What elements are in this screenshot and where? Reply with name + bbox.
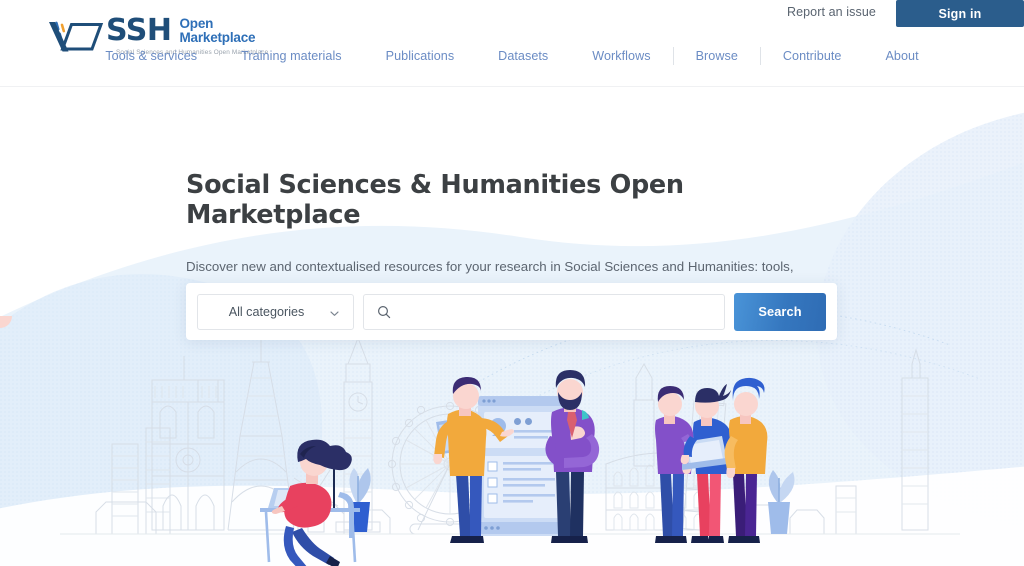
hero-section: Social Sciences & Humanities Open Market… — [0, 87, 1024, 566]
nav-group-tertiary: Contribute About — [761, 49, 941, 63]
nav-group-secondary: Browse — [674, 49, 760, 63]
chevron-down-icon — [329, 306, 340, 317]
logo-name-secondary-line1: Open — [179, 16, 214, 31]
illustration-figure-group-three — [0, 316, 795, 543]
nav-item-training-materials[interactable]: Training materials — [219, 49, 364, 63]
sign-in-button[interactable]: Sign in — [896, 0, 1024, 27]
logo-name-secondary: Open Marketplace — [179, 17, 255, 46]
nav-item-about[interactable]: About — [863, 49, 940, 63]
nav-item-workflows[interactable]: Workflows — [570, 49, 672, 63]
nav-item-contribute[interactable]: Contribute — [761, 49, 864, 63]
search-input[interactable] — [399, 294, 724, 329]
nav-item-datasets[interactable]: Datasets — [476, 49, 570, 63]
category-select[interactable]: All categories — [197, 293, 354, 330]
nav-item-tools-services[interactable]: Tools & services — [83, 49, 219, 63]
site-header: Report an issue Sign in SSH Open Marketp… — [0, 0, 1024, 87]
nav-item-browse[interactable]: Browse — [674, 49, 760, 63]
search-button[interactable]: Search — [734, 292, 826, 331]
nav-group-primary: Tools & services Training materials Publ… — [83, 49, 672, 63]
search-bar: All categories Search — [186, 283, 837, 340]
logo-name-primary: SSH — [106, 13, 172, 48]
main-navigation: Tools & services Training materials Publ… — [0, 47, 1024, 65]
search-icon — [377, 305, 391, 319]
illustration-figure-seated-woman — [260, 439, 371, 566]
category-select-label: All categories — [228, 304, 305, 319]
hero-illustration — [0, 316, 960, 566]
hero-content: Social Sciences & Humanities Open Market… — [186, 170, 846, 300]
report-an-issue-link[interactable]: Report an issue — [787, 5, 876, 19]
logo-name-secondary-line2: Marketplace — [179, 30, 256, 45]
nav-item-publications[interactable]: Publications — [364, 49, 477, 63]
search-field[interactable] — [363, 293, 725, 330]
page-title: Social Sciences & Humanities Open Market… — [186, 170, 684, 230]
